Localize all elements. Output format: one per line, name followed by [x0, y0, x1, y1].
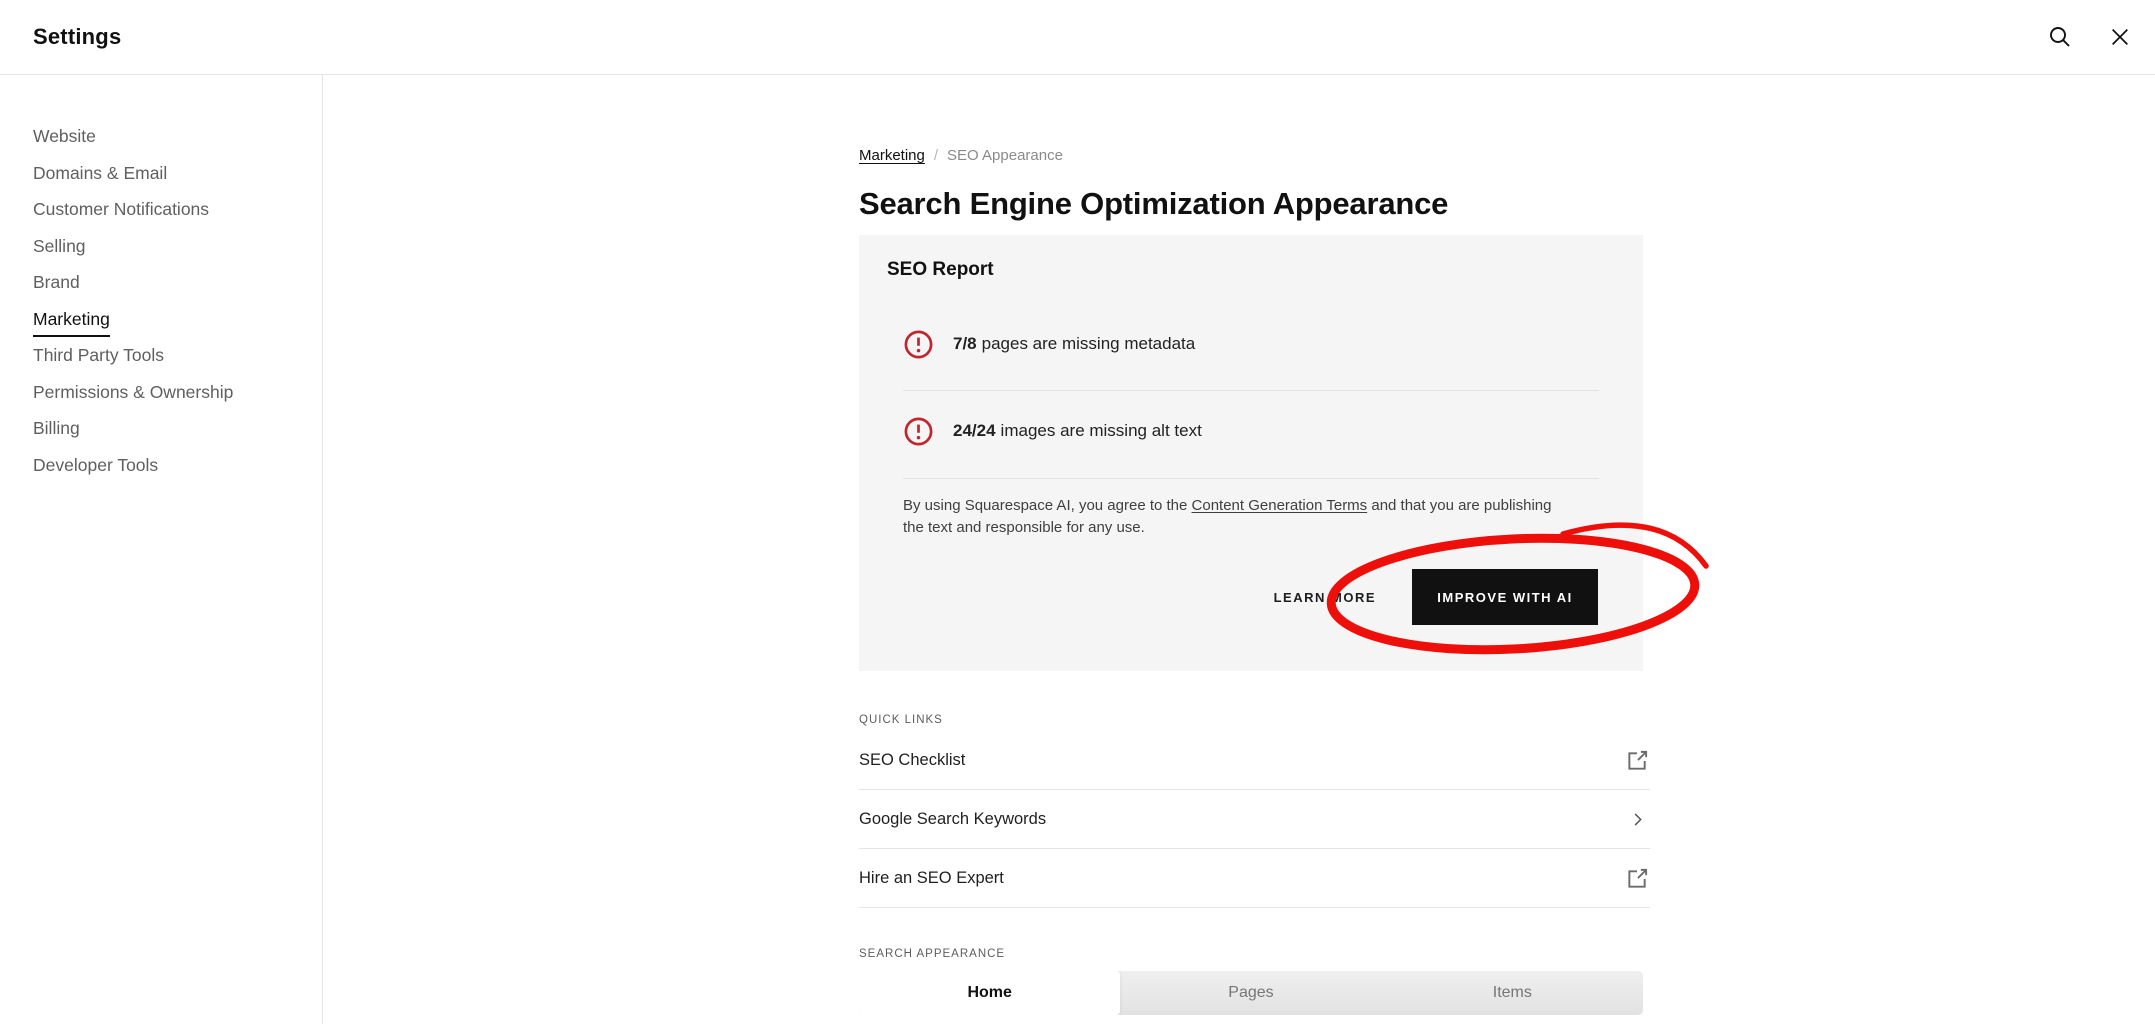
- search-icon: [2050, 27, 2070, 47]
- tab-items[interactable]: Items: [1382, 971, 1643, 1015]
- sidebar-item-billing[interactable]: Billing: [33, 410, 322, 447]
- sidebar-item-customer-notifications[interactable]: Customer Notifications: [33, 191, 322, 228]
- quick-link-google-search-keywords[interactable]: Google Search Keywords: [859, 790, 1650, 849]
- seo-report-title: SEO Report: [887, 259, 994, 280]
- divider: [903, 478, 1599, 479]
- warning-text: 7/8 pages are missing metadata: [953, 334, 1195, 354]
- sidebar-item-label: Domains & Email: [33, 162, 168, 183]
- quick-link-label: Google Search Keywords: [859, 809, 1047, 828]
- alert-circle-icon: [904, 330, 933, 358]
- quick-link-seo-checklist[interactable]: SEO Checklist: [859, 731, 1650, 790]
- sidebar-item-label: Developer Tools: [33, 454, 159, 475]
- breadcrumb-separator: /: [933, 147, 939, 164]
- breadcrumb-marketing-link[interactable]: Marketing: [859, 147, 925, 164]
- sidebar-item-marketing[interactable]: Marketing: [33, 301, 322, 338]
- top-bar: Settings: [0, 0, 2155, 75]
- warning-count: 24/24: [953, 421, 996, 440]
- search-appearance-heading: SEARCH APPEARANCE: [859, 948, 1006, 960]
- warning-count: 7/8: [953, 334, 977, 353]
- quick-links-list: SEO Checklist Google Search Keywords Hir…: [859, 731, 1650, 908]
- sidebar-item-label: Third Party Tools: [33, 345, 164, 365]
- sidebar-item-label: Billing: [33, 418, 80, 438]
- page-title: Search Engine Optimization Appearance: [859, 186, 1449, 221]
- warning-message: images are missing alt text: [1000, 421, 1202, 440]
- sidebar-item-domains-email[interactable]: Domains & Email: [33, 155, 322, 192]
- sidebar-item-permissions-ownership[interactable]: Permissions & Ownership: [33, 374, 322, 411]
- external-link-icon: [1624, 865, 1650, 891]
- search-appearance-tabs: Home Pages Items: [859, 971, 1643, 1015]
- sidebar-item-label: Brand: [33, 272, 80, 292]
- warning-message: pages are missing metadata: [981, 334, 1196, 353]
- tab-home[interactable]: Home: [859, 971, 1121, 1015]
- quick-links-heading: QUICK LINKS: [859, 714, 943, 726]
- report-actions: LEARN MORE IMPROVE WITH AI: [1274, 567, 1598, 627]
- seo-report-card: SEO Report 7/8 pages are missing metadata: [859, 235, 1643, 671]
- sidebar-item-developer-tools[interactable]: Developer Tools: [33, 447, 322, 484]
- sidebar-item-website[interactable]: Website: [33, 118, 322, 155]
- sidebar-item-label: Permissions & Ownership: [33, 381, 234, 402]
- sidebar-item-third-party-tools[interactable]: Third Party Tools: [33, 337, 322, 374]
- breadcrumb: Marketing / SEO Appearance: [859, 147, 1643, 167]
- terms-prefix: By using Squarespace AI, you agree to th…: [903, 497, 1192, 514]
- improve-with-ai-button[interactable]: IMPROVE WITH AI: [1412, 569, 1598, 625]
- sidebar-item-selling[interactable]: Selling: [33, 228, 322, 265]
- alert-circle-icon: [904, 417, 933, 445]
- warning-row-metadata: 7/8 pages are missing metadata: [903, 327, 1599, 361]
- close-button[interactable]: [2107, 24, 2133, 50]
- chevron-right-icon: [1624, 806, 1650, 832]
- sidebar-item-label: Website: [33, 126, 96, 146]
- divider: [903, 390, 1599, 391]
- sidebar-item-label: Marketing: [33, 304, 110, 337]
- sidebar-item-label: Customer Notifications: [33, 199, 210, 219]
- search-button[interactable]: [2047, 24, 2073, 50]
- sidebar-item-brand[interactable]: Brand: [33, 264, 322, 301]
- settings-sidebar: Website Domains & Email Customer Notific…: [0, 75, 323, 1024]
- learn-more-button[interactable]: LEARN MORE: [1274, 590, 1376, 605]
- content-generation-terms-link[interactable]: Content Generation Terms: [1192, 497, 1368, 514]
- page-title-settings: Settings: [33, 24, 122, 49]
- main-panel: Marketing / SEO Appearance Search Engine…: [859, 75, 1650, 1015]
- tab-pages[interactable]: Pages: [1120, 971, 1381, 1015]
- topbar-actions: [2047, 24, 2133, 50]
- warning-row-alt-text: 24/24 images are missing alt text: [903, 414, 1599, 448]
- breadcrumb-current: SEO Appearance: [947, 147, 1063, 164]
- quick-link-label: Hire an SEO Expert: [859, 868, 1004, 887]
- quick-link-hire-seo-expert[interactable]: Hire an SEO Expert: [859, 849, 1650, 908]
- sidebar-item-label: Selling: [33, 235, 86, 256]
- close-icon: [2112, 29, 2128, 45]
- ai-terms-text: By using Squarespace AI, you agree to th…: [903, 495, 1558, 539]
- external-link-icon: [1624, 747, 1650, 773]
- settings-window: Settings Website Domains & Email Custome…: [0, 0, 2155, 1024]
- warning-text: 24/24 images are missing alt text: [953, 421, 1202, 441]
- quick-link-label: SEO Checklist: [859, 750, 966, 769]
